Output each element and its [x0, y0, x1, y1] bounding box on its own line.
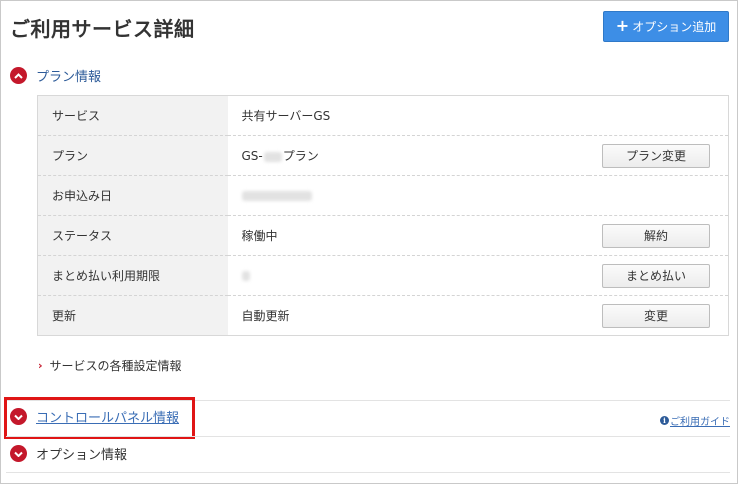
divider — [6, 472, 730, 473]
option-section-header[interactable]: オプション情報 — [10, 444, 127, 463]
plan-prefix: GS- — [241, 149, 263, 163]
table-row: ステータス 稼働中 解約 — [37, 215, 729, 256]
chevron-down-icon — [10, 445, 27, 462]
service-settings-link[interactable]: › サービスの各種設定情報 — [38, 357, 182, 374]
plan-section-header[interactable]: プラン情報 — [10, 66, 101, 85]
table-row: お申込み日 — [37, 175, 729, 216]
plan-section-title: プラン情報 — [36, 70, 102, 85]
table-row: サービス 共有サーバーGS — [37, 95, 729, 136]
highlight-box — [4, 397, 195, 439]
row-label-bulk-payment-period: まとめ払い利用期限 — [37, 255, 228, 296]
row-value-application-date — [227, 175, 589, 216]
table-row: プラン GS- プラン プラン変更 — [37, 135, 729, 176]
row-label-plan: プラン — [37, 135, 228, 176]
usage-guide-link-text: ご利用ガイド — [670, 417, 730, 428]
blurred-date — [241, 191, 312, 201]
service-settings-link-text: サービスの各種設定情報 — [49, 359, 182, 373]
divider — [6, 436, 730, 437]
blurred-period — [241, 271, 250, 281]
chevron-up-icon — [10, 67, 27, 84]
usage-guide-link[interactable]: i ご利用ガイド — [660, 413, 730, 428]
plan-info-table: サービス 共有サーバーGS プラン GS- プラン プラン変更 お申込み日 ステー… — [37, 95, 729, 336]
add-option-label: オプション追加 — [632, 20, 717, 34]
row-label-status: ステータス — [37, 215, 228, 256]
row-value-plan: GS- プラン — [227, 135, 589, 176]
plus-icon: + — [615, 16, 630, 35]
option-section-title: オプション情報 — [36, 448, 128, 463]
row-value-bulk-payment-period — [227, 255, 589, 296]
row-value-status: 稼働中 — [227, 215, 589, 256]
bulk-payment-button[interactable]: まとめ払い — [602, 263, 710, 288]
chevron-right-icon: › — [38, 359, 43, 372]
change-renewal-button[interactable]: 変更 — [602, 303, 710, 328]
row-label-renewal: 更新 — [37, 295, 228, 336]
plan-suffix: プラン — [282, 149, 319, 163]
page-title: ご利用サービス詳細 — [10, 17, 195, 41]
cancel-contract-button[interactable]: 解約 — [602, 223, 710, 248]
row-label-application-date: お申込み日 — [37, 175, 228, 216]
change-plan-button[interactable]: プラン変更 — [602, 143, 710, 168]
blurred-plan-name — [263, 151, 282, 162]
table-row: 更新 自動更新 変更 — [37, 295, 729, 336]
row-value-service: 共有サーバーGS — [227, 95, 589, 136]
add-option-button[interactable]: + オプション追加 — [603, 11, 729, 42]
info-icon: i — [660, 416, 669, 425]
row-label-service: サービス — [37, 95, 228, 136]
row-value-renewal: 自動更新 — [227, 295, 589, 336]
table-row: まとめ払い利用期限 まとめ払い — [37, 255, 729, 296]
